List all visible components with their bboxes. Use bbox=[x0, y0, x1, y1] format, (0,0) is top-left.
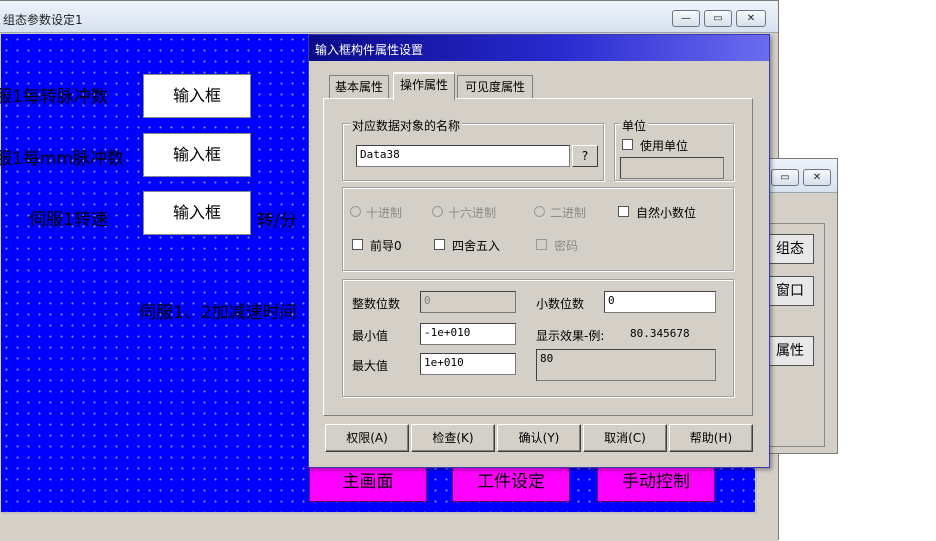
tab-panel: 对应数据对象的名称 Data38 ? 单位 使用单位 十进制 十六进制 二进制 … bbox=[323, 98, 753, 416]
min-value-label: 最小值 bbox=[352, 329, 389, 343]
binary-label: 二进制 bbox=[550, 206, 587, 220]
preview-example: 80.345678 bbox=[630, 327, 690, 340]
tab-operation-properties[interactable]: 操作属性 bbox=[393, 72, 455, 100]
canvas-input-box-2[interactable]: 输入框 bbox=[143, 133, 251, 177]
workspace-close-button[interactable]: ✕ bbox=[803, 169, 831, 186]
tab-visibility-properties[interactable]: 可见度属性 bbox=[457, 75, 533, 99]
check-button[interactable]: 检查(K) bbox=[411, 424, 495, 452]
data-object-caption: 对应数据对象的名称 bbox=[350, 117, 463, 134]
main-screen-button[interactable]: 主画面 bbox=[309, 466, 427, 502]
dec-digits-input[interactable]: 0 bbox=[604, 291, 716, 313]
natural-decimal-checkbox[interactable] bbox=[618, 206, 629, 217]
natural-decimal-label: 自然小数位 bbox=[636, 206, 697, 220]
background-window-footer bbox=[0, 514, 778, 541]
password-label: 密码 bbox=[554, 239, 579, 253]
configuration-button[interactable]: 组态 bbox=[768, 234, 814, 264]
min-value-input[interactable]: -1e+010 bbox=[420, 323, 516, 345]
background-titlebar: 组态参数设定1 — ▭ ✕ bbox=[0, 1, 778, 33]
browse-data-object-button[interactable]: ? bbox=[572, 145, 598, 167]
canvas-label-servo-speed: 伺服1转速 bbox=[29, 210, 108, 230]
leading-zero-checkbox[interactable] bbox=[352, 239, 363, 250]
close-button[interactable]: ✕ bbox=[736, 10, 766, 27]
cancel-button[interactable]: 取消(C) bbox=[583, 424, 667, 452]
int-digits-input[interactable]: 0 bbox=[420, 291, 516, 313]
manual-control-button[interactable]: 手动控制 bbox=[597, 466, 715, 502]
canvas-label-rpm-unit: 转/分 bbox=[257, 211, 297, 231]
rounding-label: 四舍五入 bbox=[452, 239, 501, 253]
properties-button[interactable]: 属性 bbox=[768, 336, 814, 366]
password-checkbox[interactable] bbox=[536, 239, 547, 250]
binary-radio[interactable] bbox=[534, 206, 545, 217]
confirm-button[interactable]: 确认(Y) bbox=[497, 424, 581, 452]
restore-button[interactable]: ▭ bbox=[704, 10, 732, 27]
unit-input[interactable] bbox=[620, 157, 724, 179]
workspace-panel: 组态 窗口 属性 bbox=[767, 223, 825, 447]
preview-output: 80 bbox=[536, 349, 716, 381]
leading-zero-label: 前导0 bbox=[370, 239, 402, 253]
data-object-input[interactable]: Data38 bbox=[356, 145, 570, 167]
hex-label: 十六进制 bbox=[448, 206, 497, 220]
use-unit-label: 使用单位 bbox=[640, 139, 689, 153]
window-button[interactable]: 窗口 bbox=[768, 276, 814, 306]
decimal-radio[interactable] bbox=[350, 206, 361, 217]
canvas-label-pulses-per-mm: 服1每mm脉冲数 bbox=[0, 149, 124, 169]
help-button[interactable]: 帮助(H) bbox=[669, 424, 753, 452]
rounding-checkbox[interactable] bbox=[434, 239, 445, 250]
dialog-title: 输入框构件属性设置 bbox=[315, 43, 424, 57]
dialog-titlebar[interactable]: 输入框构件属性设置 bbox=[309, 35, 769, 61]
minimize-button[interactable]: — bbox=[672, 10, 700, 27]
canvas-input-box-1[interactable]: 输入框 bbox=[143, 74, 251, 118]
dec-digits-label: 小数位数 bbox=[536, 297, 585, 311]
hex-radio[interactable] bbox=[432, 206, 443, 217]
use-unit-checkbox[interactable] bbox=[622, 139, 633, 150]
unit-caption: 单位 bbox=[620, 117, 649, 134]
workspace-titlebar: ▭ ✕ bbox=[765, 159, 837, 193]
format-options-group bbox=[342, 187, 734, 271]
tab-basic-properties[interactable]: 基本属性 bbox=[329, 75, 389, 99]
canvas-input-box-3[interactable]: 输入框 bbox=[143, 191, 251, 235]
workspace-restore-button[interactable]: ▭ bbox=[771, 169, 799, 186]
int-digits-label: 整数位数 bbox=[352, 297, 401, 311]
workpiece-setup-button[interactable]: 工件设定 bbox=[452, 466, 570, 502]
max-value-label: 最大值 bbox=[352, 359, 389, 373]
workspace-window: ▭ ✕ 组态 窗口 属性 bbox=[764, 158, 838, 454]
preview-label: 显示效果-例: bbox=[536, 329, 605, 343]
input-box-properties-dialog: 输入框构件属性设置 基本属性 操作属性 可见度属性 对应数据对象的名称 Data… bbox=[308, 34, 770, 468]
permission-button[interactable]: 权限(A) bbox=[325, 424, 409, 452]
decimal-label: 十进制 bbox=[366, 206, 403, 220]
canvas-label-pulses-per-rev: 服1每转脉冲数 bbox=[0, 87, 108, 107]
canvas-label-accel-time: 伺服1、2加减速时间 bbox=[139, 303, 297, 323]
max-value-input[interactable]: 1e+010 bbox=[420, 353, 516, 375]
background-window-title: 组态参数设定1 bbox=[3, 13, 83, 27]
